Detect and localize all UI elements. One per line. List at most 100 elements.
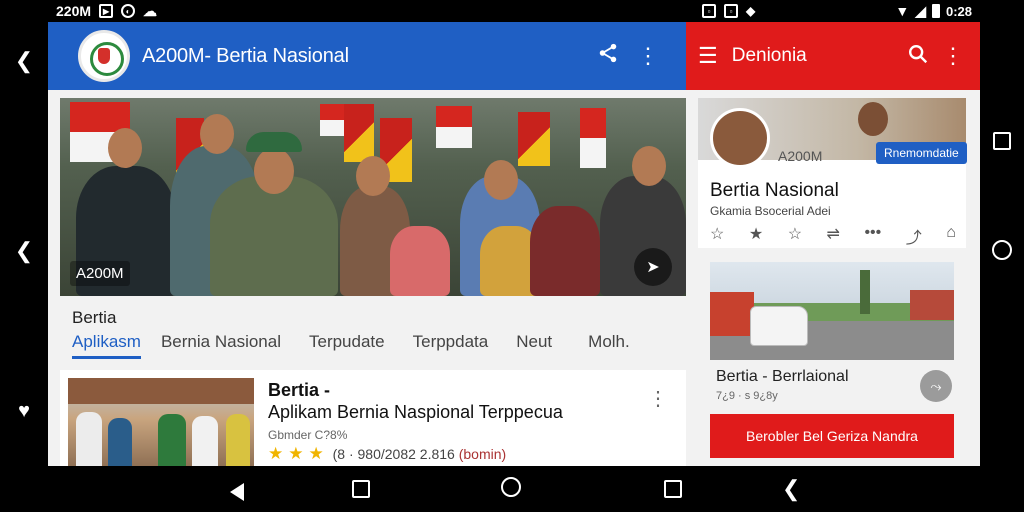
crowd-head <box>356 156 390 196</box>
building <box>910 290 954 320</box>
tune-icon[interactable]: ⇌ <box>827 224 840 248</box>
back-arrow-icon[interactable]: ❮ <box>782 476 800 502</box>
avatar[interactable] <box>710 108 770 168</box>
hero-image[interactable]: A200M ➤ <box>60 98 686 296</box>
heart-icon[interactable]: ♥ <box>0 400 48 423</box>
right-toolbar: ☰ Denionia ⋮ <box>686 22 980 90</box>
status-time-right: 0:28 <box>945 3 972 19</box>
search-icon[interactable] <box>898 43 938 70</box>
van <box>750 306 808 346</box>
battery-icon <box>931 4 940 18</box>
cap <box>246 132 302 152</box>
home-button[interactable] <box>501 477 521 503</box>
tab-more[interactable]: Molh. <box>588 328 630 359</box>
crowd-head <box>632 146 666 186</box>
app-toolbar: A200M- Bertia Nasional ⋮ <box>48 22 686 90</box>
more-vert-icon[interactable]: ⋮ <box>628 43 668 69</box>
square-icon <box>352 480 370 498</box>
recents-button[interactable] <box>664 478 682 504</box>
profile-card[interactable]: A200M Rnemomdatie Bertia Nasional Gkamia… <box>698 98 967 248</box>
back-arrow-icon[interactable]: ❮ <box>0 48 48 74</box>
left-app: A200M- Bertia Nasional ⋮ A200M ➤ Bertia … <box>48 22 686 466</box>
signal-icon: ◢ <box>915 2 926 19</box>
back-button[interactable] <box>230 481 244 507</box>
back-arrow-icon[interactable]: ❮ <box>0 238 48 264</box>
article-thumbnail[interactable] <box>68 378 254 466</box>
tab-terppdata[interactable]: Terppdata <box>413 328 489 359</box>
cta-button[interactable]: Berobler Bel Geriza Nandra <box>710 414 954 458</box>
article-card[interactable]: Bertia - Aplikam Bernia Naspional Terppe… <box>60 370 686 466</box>
article-title[interactable]: Bertia - <box>268 380 330 401</box>
crowd-head <box>254 148 294 194</box>
crowd-head <box>484 160 518 200</box>
square-icon <box>993 132 1011 150</box>
crowd-head <box>200 114 234 154</box>
thumb-person <box>158 414 186 466</box>
rating-extra: (bomin) <box>458 446 507 462</box>
status-bar-right: ▫ ▫ ◆ ▼ ◢ 0:28 <box>686 0 980 22</box>
circle-icon <box>501 477 521 497</box>
wifi-icon: ▼ <box>895 3 910 19</box>
share-icon[interactable]: ⤳ <box>920 370 952 402</box>
thumb-person <box>108 418 132 466</box>
calendar-icon: ▫ <box>724 4 738 18</box>
notification-icon: ▶ <box>99 4 114 18</box>
circle-icon <box>992 240 1012 260</box>
notification-icon: ▫ <box>702 4 716 18</box>
star-icon[interactable]: ☆ <box>710 224 724 248</box>
chat-icon[interactable]: ⌂ <box>946 224 956 248</box>
recents-button[interactable] <box>980 130 1024 156</box>
right-app: ☰ Denionia ⋮ A200M Rnemomdatie Bertia Na… <box>686 22 980 466</box>
photo-caption-meta: 7¿9 · s 9¿8y <box>716 390 778 402</box>
palm-tree <box>860 270 870 314</box>
thumb-roof <box>68 378 254 404</box>
flag <box>580 108 606 168</box>
menu-icon[interactable]: ☰ <box>698 43 718 69</box>
app-logo <box>78 30 130 82</box>
share-icon[interactable]: ⤴ <box>906 224 922 248</box>
profile-subtitle: Gkamia Bsocerial Adei <box>710 204 831 218</box>
sync-icon: ◐ <box>121 4 136 18</box>
section-label: Bertia <box>72 308 117 327</box>
tab-terpudate[interactable]: Terpudate <box>309 328 385 359</box>
cloud-icon: ☁ <box>143 2 158 19</box>
more-vert-icon[interactable]: ⋮ <box>938 43 968 69</box>
article-subtitle[interactable]: Aplikam Bernia Naspional Terppecua <box>268 402 563 423</box>
tab-neut[interactable]: Neut <box>516 328 552 359</box>
crowd-person <box>390 226 450 296</box>
flag <box>518 112 550 166</box>
thumb-person <box>226 414 250 466</box>
star-icon[interactable]: ★ <box>749 224 763 248</box>
square-icon <box>664 480 682 498</box>
location-icon: ◆ <box>746 4 756 18</box>
street-photo[interactable] <box>710 262 954 360</box>
article-rating: ★★★ (8 · 980/2082 2.816 (bomin) <box>268 444 506 464</box>
tab-aplikasm[interactable]: Aplikasm <box>72 328 141 359</box>
thumb-person <box>76 412 102 466</box>
rating-stars: ★★★ <box>268 444 329 463</box>
more-horiz-icon[interactable]: ••• <box>864 224 881 248</box>
article-more-icon[interactable]: ⋮ <box>648 386 668 411</box>
profile-name: Bertia Nasional <box>710 180 839 201</box>
crowd-person <box>210 176 338 296</box>
recommend-button[interactable]: Rnemomdatie <box>876 142 967 164</box>
thumb-person <box>192 416 218 466</box>
star-icon[interactable]: ☆ <box>788 224 802 248</box>
article-meta: Gbmder C?8% <box>268 428 348 442</box>
crowd-person <box>530 206 600 296</box>
recents-button[interactable] <box>352 478 370 504</box>
crowd-head <box>108 128 142 168</box>
profile-actions: ☆ ★ ☆ ⇌ ••• ⤴ ⌂ <box>710 224 956 248</box>
status-time-left: 220M <box>56 3 92 19</box>
app-title: A200M- Bertia Nasional <box>142 44 349 67</box>
flag <box>436 106 472 148</box>
tab-bernia-nasional[interactable]: Bernia Nasional <box>161 328 281 359</box>
system-nav-bar: ❮ <box>0 466 1024 512</box>
photo-caption: Bertia - Berrlaional <box>716 368 849 385</box>
tab-bar: Aplikasm Bernia Nasional Terpudate Terpp… <box>72 328 682 359</box>
flag <box>344 104 374 162</box>
right-app-title: Denionia <box>731 45 807 66</box>
play-icon[interactable]: ➤ <box>634 248 672 286</box>
home-button[interactable] <box>980 240 1024 266</box>
share-icon[interactable] <box>588 42 628 70</box>
